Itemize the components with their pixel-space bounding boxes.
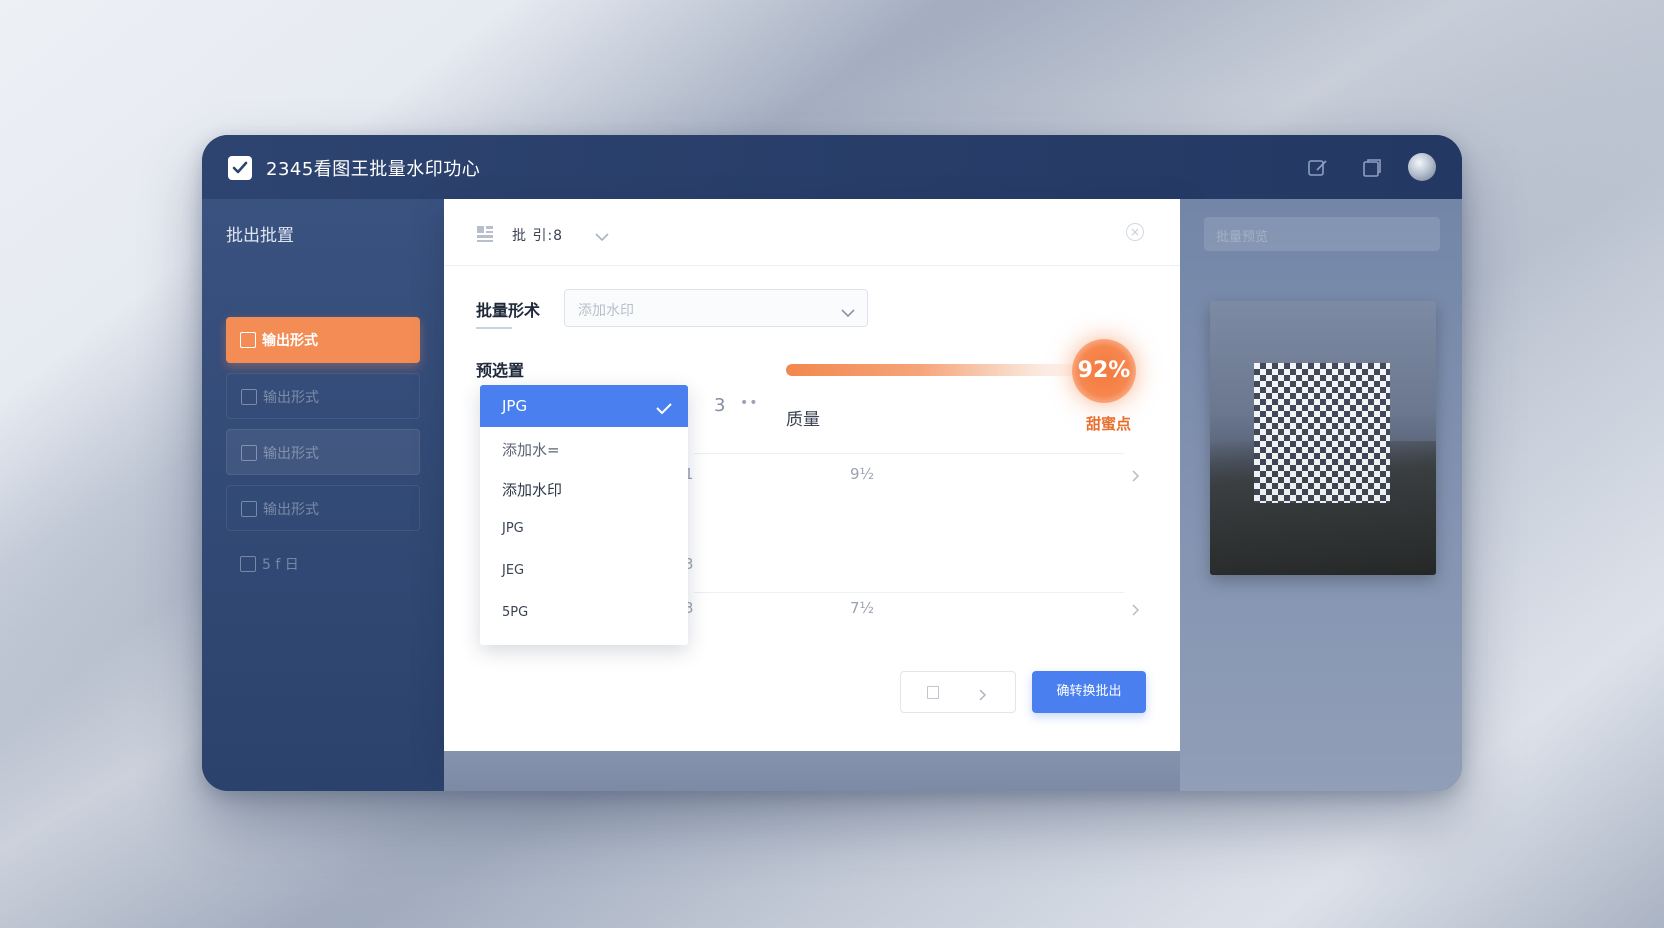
grid-icon xyxy=(476,225,494,243)
app-window: 2345看图王批量水印功心 批出批置 输出形式 输出形式 输出形式 输出形式 5… xyxy=(202,135,1462,791)
quality-slider-track[interactable] xyxy=(786,364,1086,376)
edit-icon[interactable] xyxy=(1307,157,1329,179)
chevron-right-icon[interactable] xyxy=(1132,467,1140,486)
dropdown-option[interactable]: JEG xyxy=(502,563,524,578)
sidebar-item-label: 输出形式 xyxy=(263,390,319,406)
batch-mode-select-value: 添加水印 xyxy=(578,303,634,319)
copy-icon[interactable] xyxy=(1361,157,1383,179)
slider-caption: 甜蜜点 xyxy=(1086,415,1132,433)
image-icon xyxy=(241,501,257,517)
image-icon xyxy=(240,556,256,572)
sidebar-item-output-format-2[interactable]: 输出形式 xyxy=(226,373,420,419)
panel-header: 批 引:8 × xyxy=(444,199,1180,266)
sidebar-item-label: 5 f 日 xyxy=(262,557,299,573)
settings-panel: 批 引:8 × 批量形术 添加水印 预选置 92% 甜蜜点 3 •• 质量 1 … xyxy=(444,199,1180,751)
panel-footer-area xyxy=(444,751,1180,791)
sidebar-item-label: 输出形式 xyxy=(263,502,319,518)
row-divider xyxy=(694,592,1124,593)
dropdown-option[interactable]: 添加水= xyxy=(502,439,560,460)
sidebar-title: 批出批置 xyxy=(226,226,294,246)
count-value: 3 xyxy=(714,395,726,416)
dropdown-option[interactable]: 添加水印 xyxy=(502,479,562,500)
sidebar-item-label: 输出形式 xyxy=(263,446,319,462)
dropdown-option[interactable]: JPG xyxy=(502,521,524,536)
chevron-down-icon[interactable] xyxy=(594,227,610,246)
sidebar-item-label: 输出形式 xyxy=(262,333,318,349)
batch-mode-select[interactable]: 添加水印 xyxy=(564,289,868,327)
more-dots-icon[interactable]: •• xyxy=(740,395,759,411)
preview-search-input[interactable]: 批量预览 xyxy=(1204,217,1440,251)
sidebar-item-5[interactable]: 5 f 日 xyxy=(226,541,420,587)
start-batch-button[interactable]: 确转换批出 xyxy=(1032,671,1146,713)
avatar[interactable] xyxy=(1408,153,1436,181)
table-cell: 7½ xyxy=(850,599,875,617)
chevron-right-icon xyxy=(979,686,987,705)
preset-label: 预选置 xyxy=(476,361,525,380)
secondary-button[interactable] xyxy=(900,671,1016,713)
sidebar-item-output-format-4[interactable]: 输出形式 xyxy=(226,485,420,531)
table-cell: 9½ xyxy=(850,465,875,483)
preview-search-placeholder: 批量预览 xyxy=(1216,230,1269,245)
sidebar-item-output-format-3[interactable]: 输出形式 xyxy=(226,429,420,475)
format-dropdown[interactable]: JPG 添加水= 添加水印 JPG JEG 5PG xyxy=(480,385,688,645)
app-title: 2345看图王批量水印功心 xyxy=(266,159,481,180)
square-icon xyxy=(927,686,939,699)
quality-slider-handle[interactable]: 92% xyxy=(1072,339,1136,403)
preview-column: 批量预览 xyxy=(1180,199,1462,791)
title-bar: 2345看图王批量水印功心 xyxy=(202,135,1462,199)
batch-mode-label: 批量形术 xyxy=(476,301,541,320)
watermark-checker-pattern xyxy=(1254,363,1390,503)
panel-header-title: 批 引:8 xyxy=(512,228,564,244)
dropdown-option[interactable]: 5PG xyxy=(502,605,528,620)
dropdown-selected-option[interactable]: JPG xyxy=(480,385,688,427)
chevron-right-icon[interactable] xyxy=(1132,601,1140,620)
quality-slider-value: 92% xyxy=(1077,358,1131,383)
chevron-down-icon xyxy=(841,303,855,322)
app-logo-check-icon xyxy=(228,156,252,180)
image-icon xyxy=(241,445,257,461)
dropdown-selected-label: JPG xyxy=(502,397,528,415)
preview-image xyxy=(1210,301,1436,575)
row-divider xyxy=(694,453,1124,454)
sidebar: 批出批置 输出形式 输出形式 输出形式 输出形式 5 f 日 xyxy=(202,199,444,791)
sidebar-item-output-format[interactable]: 输出形式 xyxy=(226,317,420,363)
check-icon xyxy=(656,400,672,419)
quality-label: 质量 xyxy=(786,410,820,430)
checkbox-icon xyxy=(240,332,256,348)
image-icon xyxy=(241,389,257,405)
label-underline xyxy=(476,327,512,329)
close-icon[interactable]: × xyxy=(1126,223,1144,241)
